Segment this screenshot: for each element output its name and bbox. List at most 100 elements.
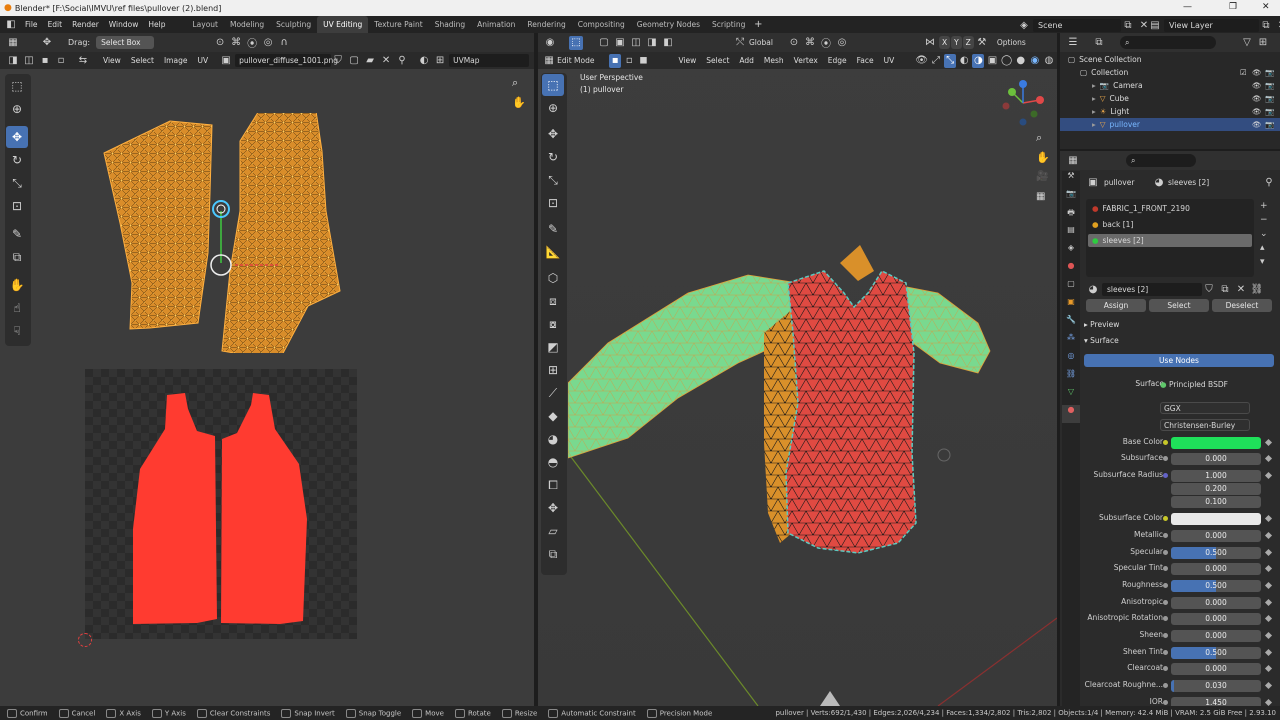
shading-wireframe-icon[interactable]: ◯ (1001, 54, 1013, 68)
uv-menu-uv[interactable]: UV (192, 52, 213, 69)
render-camera-icon[interactable]: 📷 (1265, 118, 1274, 131)
editor-type-icon[interactable]: ▦ (1066, 154, 1080, 168)
select-tool-icon[interactable]: ⬚ (569, 35, 583, 50)
rip-tool-icon[interactable]: ⧉ (6, 246, 28, 268)
camera-object[interactable] (820, 691, 840, 706)
keyframe-icon[interactable] (1264, 598, 1273, 607)
scene-selector[interactable]: ◈ Scene ⧉ ✕ (1017, 18, 1153, 32)
link-icon[interactable]: ⛓ (1250, 282, 1264, 296)
material-tab-icon[interactable]: ● (1062, 405, 1080, 423)
viewport-menu-vertex[interactable]: Vertex (789, 52, 823, 69)
pan-hand-icon[interactable]: ✋ (512, 96, 526, 109)
uv-vertex-mode-icon[interactable]: ▪ (38, 54, 52, 68)
workspace-tab-shading[interactable]: Shading (429, 16, 471, 33)
property-field[interactable]: 0.000 (1171, 530, 1261, 542)
transform-tool-icon[interactable]: ⊡ (542, 192, 564, 214)
uv-select-mode-icon[interactable]: ◨ (6, 54, 20, 68)
relax-tool-icon[interactable]: ☝ (6, 297, 28, 319)
preview-section[interactable]: ▸ Preview (1084, 320, 1119, 329)
light-object-icon[interactable] (937, 448, 951, 462)
uvmap-field[interactable]: UVMap (449, 54, 530, 67)
move-tool-icon[interactable]: ✥ (40, 36, 54, 50)
shading-solid-icon[interactable]: ● (1015, 54, 1027, 68)
workspace-tab-compositing[interactable]: Compositing (572, 16, 631, 33)
sticky-mode-icon[interactable]: ⇆ (76, 54, 90, 68)
workspace-tab-modeling[interactable]: Modeling (224, 16, 270, 33)
visibility-eye-icon[interactable]: 👁 (1252, 92, 1262, 105)
minimize-icon[interactable]: — (1183, 2, 1192, 12)
distribution-dropdown[interactable]: GGX (1160, 402, 1250, 414)
bevel-tool-icon[interactable]: ◩ (542, 336, 564, 358)
viewport-menu-mesh[interactable]: Mesh (759, 52, 789, 69)
zoom-icon[interactable]: ⌕ (1036, 131, 1042, 145)
wrench-icon[interactable]: ⚒ (975, 36, 989, 50)
workspace-tab-layout[interactable]: Layout (186, 16, 224, 33)
workspace-tab-uv-editing[interactable]: UV Editing (317, 16, 369, 33)
physics-tab-icon[interactable]: ◎ (1062, 351, 1080, 369)
workspace-tab-sculpting[interactable]: Sculpting (270, 16, 317, 33)
outliner-item-pullover[interactable]: ▸ ▽ pullover 👁 📷 (1060, 118, 1280, 131)
subsurface-method-dropdown[interactable]: Christensen-Burley (1160, 419, 1250, 431)
rotate-tool-icon[interactable]: ↻ (542, 146, 564, 168)
workspace-tab-scripting[interactable]: Scripting (706, 16, 751, 33)
2d-cursor-icon[interactable] (78, 633, 92, 647)
visibility-eye-icon[interactable]: 👁 (1252, 105, 1262, 118)
duplicate-material-icon[interactable]: ⧉ (1218, 282, 1232, 296)
pivot-icon[interactable]: ⊙ (787, 36, 801, 50)
unlink-material-icon[interactable]: ✕ (1234, 282, 1248, 296)
add-cube-tool-icon[interactable]: ⬡ (542, 267, 564, 289)
outliner-item-cube[interactable]: ▸ ▽ Cube 👁 📷 (1060, 92, 1280, 105)
pinch-tool-icon[interactable]: ☟ (6, 320, 28, 342)
checkbox-icon[interactable]: ☑ (1240, 66, 1247, 79)
select-box-tool-icon[interactable]: ⬚ (542, 74, 564, 96)
material-slot-item[interactable]: ● back [1] (1088, 218, 1252, 231)
uv-islands[interactable] (90, 113, 350, 353)
spin-tool-icon[interactable]: ◕ (542, 428, 564, 450)
surface-shader-field[interactable]: ● Principled BSDF (1160, 378, 1250, 391)
proportional-edit-icon[interactable]: ◎ (835, 36, 849, 50)
3d-scene[interactable] (568, 223, 1057, 706)
snap-target-icon[interactable]: ⦿ (819, 36, 833, 50)
mode-dropdown[interactable]: Edit Mode (557, 56, 609, 65)
select-mode-intersect-icon[interactable]: ◧ (661, 36, 675, 50)
keyframe-icon[interactable] (1264, 471, 1273, 480)
tool-tab-icon[interactable]: ⚒ (1062, 171, 1080, 189)
property-field[interactable]: 0.100 (1171, 496, 1261, 508)
pin-icon[interactable]: ⚲ (395, 54, 409, 68)
zoom-icon[interactable]: ⌕ (512, 76, 518, 90)
material-slot-item[interactable]: ● FABRIC_1_FRONT_2190 (1088, 202, 1252, 215)
visibility-eye-icon[interactable]: 👁 (1252, 66, 1262, 79)
cursor-tool-icon[interactable]: ⊕ (6, 98, 28, 120)
render-camera-icon[interactable]: 📷 (1265, 92, 1274, 105)
scene-name[interactable]: Scene (1033, 18, 1121, 32)
rip-tool-icon[interactable]: ⧉ (542, 543, 564, 565)
workspace-tab-rendering[interactable]: Rendering (521, 16, 571, 33)
new-collection-icon[interactable]: ⊞ (1256, 36, 1270, 50)
pin-icon[interactable]: ⚲ (1262, 175, 1276, 189)
keyframe-icon[interactable] (1264, 631, 1273, 640)
surface-section[interactable]: ▾ Surface (1084, 336, 1119, 345)
perspective-toggle-icon[interactable]: ▦ (1036, 191, 1045, 202)
world-tab-icon[interactable]: ● (1062, 261, 1080, 279)
property-field[interactable]: 0.500 (1171, 580, 1261, 592)
vertex-select-icon[interactable]: ▪ (609, 53, 622, 68)
select-mode-extend-icon[interactable]: ▣ (613, 36, 627, 50)
menu-edit[interactable]: Edit (43, 16, 68, 33)
fake-user-icon[interactable]: ⛉ (1202, 282, 1216, 296)
keyframe-icon[interactable] (1264, 648, 1273, 657)
pivot-icon[interactable]: ⊙ (213, 36, 227, 50)
viewport-menu-face[interactable]: Face (852, 52, 879, 69)
select-mode-invert-icon[interactable]: ◨ (645, 36, 659, 50)
keyframe-icon[interactable] (1264, 614, 1273, 623)
uv-island-mode-icon[interactable]: ▫ (54, 54, 68, 68)
cursor-tool-icon[interactable]: ⊕ (542, 97, 564, 119)
visibility-eye-icon[interactable]: 👁 (1252, 79, 1262, 92)
collection-tab-icon[interactable]: ▢ (1062, 279, 1080, 297)
uv-menu-select[interactable]: Select (126, 52, 159, 69)
snap-options-icon[interactable]: ⦿ (245, 36, 259, 50)
display-mode-icon[interactable]: ⧉ (1092, 36, 1106, 50)
editor-type-icon[interactable]: ▦ (6, 36, 20, 50)
socket-dot-icon[interactable] (1163, 600, 1168, 605)
view-layer-selector[interactable]: ▤ View Layer ⧉ ✕ (1148, 18, 1280, 32)
view-layer-close-icon[interactable]: ✕ (1275, 18, 1280, 32)
